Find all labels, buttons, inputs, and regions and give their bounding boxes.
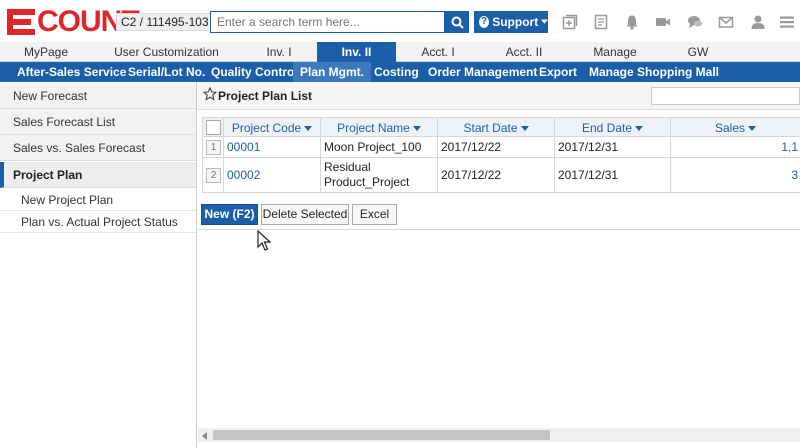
menu-icon[interactable] xyxy=(779,14,795,30)
document-icon[interactable] xyxy=(593,14,609,30)
logo-e-mark xyxy=(7,9,37,35)
sales-cell[interactable]: 1,1 xyxy=(671,137,800,157)
search-button[interactable] xyxy=(445,11,469,33)
bell-icon[interactable] xyxy=(624,14,640,30)
delete-selected-button[interactable]: Delete Selected xyxy=(261,204,349,225)
chat-icon[interactable] xyxy=(687,14,703,30)
column-header-project-name[interactable]: Project Name xyxy=(321,117,438,137)
project-name-cell: Moon Project_100 xyxy=(321,137,438,157)
sort-caret-icon xyxy=(520,126,529,132)
start-date-cell: 2017/12/22 xyxy=(438,137,555,157)
submenu-manage-shopping-mall[interactable]: Manage Shopping Mall xyxy=(589,62,719,82)
company-code[interactable]: C2 / 111495-103 xyxy=(116,13,214,31)
excel-button[interactable]: Excel xyxy=(352,204,397,225)
column-label: Sales xyxy=(714,121,746,135)
header-select-all xyxy=(202,117,224,137)
sidebar-item-sales-vs-forecast[interactable]: Sales vs. Sales Forecast xyxy=(0,135,196,161)
mail-icon[interactable] xyxy=(718,14,734,30)
column-header-project-code[interactable]: Project Code xyxy=(224,117,321,137)
tab-inv-i[interactable]: Inv. I xyxy=(241,42,317,62)
project-code-link[interactable]: 00002 xyxy=(224,158,321,192)
column-header-start-date[interactable]: Start Date xyxy=(438,117,555,137)
project-code-link[interactable]: 00001 xyxy=(224,137,321,157)
sort-caret-icon xyxy=(748,126,757,132)
select-all-checkbox[interactable] xyxy=(206,120,221,135)
video-icon[interactable] xyxy=(655,14,671,30)
end-date-cell: 2017/12/31 xyxy=(555,137,671,157)
tab-acct-i[interactable]: Acct. I xyxy=(396,42,480,62)
tab-acct-ii[interactable]: Acct. II xyxy=(480,42,568,62)
scroll-left-arrow-icon[interactable] xyxy=(202,432,207,440)
column-label: Start Date xyxy=(463,121,518,135)
tab-mypage[interactable]: MyPage xyxy=(0,42,92,62)
main-content: Project Plan List Project Code Project N… xyxy=(198,82,800,448)
table-row[interactable]: 2 00002 Residual Product_Project 2017/12… xyxy=(202,158,800,193)
sub-menu-bar: After-Sales Service Serial/Lot No. Quali… xyxy=(0,62,800,82)
project-name-line: Residual xyxy=(324,160,371,174)
tab-manage[interactable]: Manage xyxy=(568,42,662,62)
quick-search-input[interactable] xyxy=(651,87,800,105)
table-row[interactable]: 1 00001 Moon Project_100 2017/12/22 2017… xyxy=(202,137,800,158)
column-label: End Date xyxy=(581,121,633,135)
submenu-order-management[interactable]: Order Management xyxy=(428,62,537,82)
horizontal-scrollbar[interactable] xyxy=(198,428,800,442)
search-icon xyxy=(451,16,464,29)
end-date-cell: 2017/12/31 xyxy=(555,158,671,192)
add-window-icon[interactable] xyxy=(562,14,578,30)
row-number-cell: 2 xyxy=(202,158,224,192)
content-header: Project Plan List xyxy=(198,82,800,110)
submenu-export[interactable]: Export xyxy=(539,62,577,82)
row-number: 1 xyxy=(206,139,221,155)
submenu-plan-mgmt[interactable]: Plan Mgmt. xyxy=(293,62,372,82)
column-header-sales[interactable]: Sales xyxy=(671,117,800,137)
main-tab-bar: MyPage User Customization Inv. I Inv. II… xyxy=(0,42,800,62)
tab-gw[interactable]: GW xyxy=(662,42,734,62)
sidebar-subitem-plan-vs-actual[interactable]: Plan vs. Actual Project Status xyxy=(0,211,196,233)
sort-caret-icon xyxy=(635,126,644,132)
start-date-cell: 2017/12/22 xyxy=(438,158,555,192)
submenu-quality-control[interactable]: Quality Control xyxy=(211,62,298,82)
sort-caret-icon xyxy=(412,126,421,132)
row-number-cell: 1 xyxy=(202,137,224,157)
help-icon: ? xyxy=(479,16,490,28)
sidebar-item-project-plan[interactable]: Project Plan xyxy=(0,162,196,188)
top-header: COUNT C2 / 111495-103 ? Support xyxy=(0,0,800,42)
column-header-end-date[interactable]: End Date xyxy=(555,117,671,137)
sales-cell[interactable]: 3 xyxy=(671,158,800,192)
sidebar-subitem-new-project-plan[interactable]: New Project Plan xyxy=(0,189,196,211)
tab-inv-ii[interactable]: Inv. II xyxy=(317,42,396,62)
user-icon[interactable] xyxy=(750,14,766,30)
submenu-serial-lot[interactable]: Serial/Lot No. xyxy=(128,62,205,82)
support-button[interactable]: ? Support xyxy=(474,11,548,33)
row-number: 2 xyxy=(206,167,221,183)
scrollbar-thumb[interactable] xyxy=(213,430,550,440)
new-button[interactable]: New (F2) xyxy=(201,204,258,225)
column-label: Project Code xyxy=(231,121,302,135)
submenu-costing[interactable]: Costing xyxy=(374,62,419,82)
column-label: Project Name xyxy=(337,121,410,135)
star-icon[interactable] xyxy=(203,87,217,101)
mouse-cursor-icon xyxy=(257,230,271,251)
search-input[interactable] xyxy=(210,11,445,33)
project-plan-grid: Project Code Project Name Start Date End… xyxy=(202,117,800,277)
sidebar: New Forecast Sales Forecast List Sales v… xyxy=(0,82,197,448)
sidebar-item-new-forecast[interactable]: New Forecast xyxy=(0,83,196,109)
project-name-cell: Residual Product_Project xyxy=(321,158,438,192)
action-button-bar: New (F2) Delete Selected Excel xyxy=(198,200,800,230)
tab-user-customization[interactable]: User Customization xyxy=(92,42,241,62)
page-title: Project Plan List xyxy=(218,89,313,103)
sidebar-item-sales-forecast-list[interactable]: Sales Forecast List xyxy=(0,109,196,135)
caret-down-icon xyxy=(541,19,548,24)
sort-caret-icon xyxy=(304,126,313,132)
project-name-line: Product_Project xyxy=(324,175,410,189)
submenu-after-sales-service[interactable]: After-Sales Service xyxy=(17,62,126,82)
support-label: Support xyxy=(492,15,539,29)
